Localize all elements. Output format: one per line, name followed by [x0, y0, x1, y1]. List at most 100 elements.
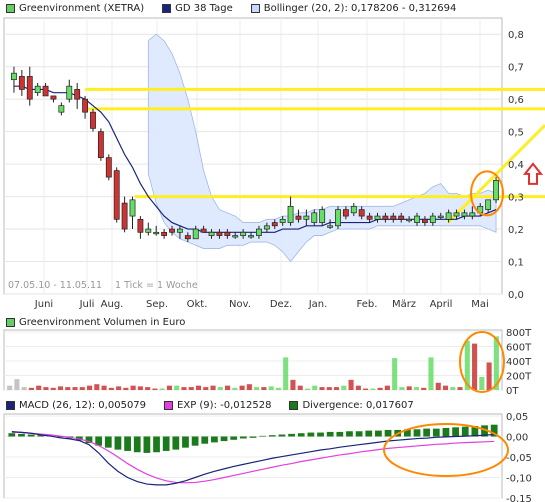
- volume-bar: [472, 343, 478, 390]
- period-note: 07.05.10 - 11.05.11: [8, 280, 102, 291]
- volume-bar: [334, 387, 340, 390]
- candle-body: [358, 209, 365, 217]
- candle-body: [129, 199, 136, 217]
- volume-bar: [72, 387, 78, 390]
- candle-body: [216, 231, 223, 236]
- divergence-bar: [124, 436, 131, 451]
- volume-bar: [370, 388, 376, 390]
- divergence-bar: [239, 436, 247, 439]
- candle-body: [153, 231, 160, 235]
- candle-body: [192, 228, 199, 240]
- divergence-bar: [268, 435, 276, 437]
- volume-bar: [384, 385, 390, 390]
- price-legend: Greenvironment (XETRA) GD 38 Tage Bollin…: [0, 0, 468, 16]
- volume-y-tick-label: 800T: [506, 328, 532, 339]
- price-x-tick-label: Feb.: [357, 299, 378, 310]
- divergence-bar: [384, 429, 392, 437]
- price-x-tick-label: Aug.: [101, 299, 124, 310]
- divergence-bar: [452, 427, 459, 437]
- volume-bar: [413, 387, 419, 390]
- price-x-tick-label: Okt.: [187, 299, 208, 310]
- candle-body: [493, 180, 499, 201]
- volume-bar: [166, 385, 172, 390]
- divergence-bar: [172, 436, 180, 450]
- candle-body: [200, 228, 207, 233]
- navy-square-icon: [6, 400, 15, 410]
- macd-plot-frame: [3, 413, 503, 499]
- price-x-tick-label: Juni: [34, 299, 53, 310]
- legend-label-divergence: Divergence: 0,017607: [302, 399, 414, 411]
- volume-bar: [36, 385, 42, 390]
- candle-body: [366, 215, 373, 220]
- divergence-bar: [336, 431, 344, 437]
- candle-body: [224, 231, 231, 236]
- legend-label-bollinger: Bollinger (20, 2): 0,178206 - 0,312694: [263, 2, 457, 14]
- volume-bar: [377, 387, 383, 390]
- price-x-tick-label: Juli: [79, 299, 95, 310]
- volume-bar: [50, 387, 56, 390]
- divergence-bar: [211, 436, 218, 443]
- price-x-tick-label: März: [392, 299, 416, 310]
- candle-body: [137, 218, 144, 233]
- volume-bar: [225, 385, 231, 390]
- candle-body: [232, 235, 239, 238]
- volume-bar: [181, 387, 187, 390]
- volume-bar: [268, 386, 274, 390]
- legend-item-divergence: Divergence: 0,017607: [289, 399, 414, 411]
- legend-item-bollinger: Bollinger (20, 2): 0,178206 - 0,312694: [250, 2, 457, 14]
- candle-body: [263, 225, 270, 230]
- volume-bar: [79, 387, 85, 390]
- volume-bar: [28, 387, 34, 390]
- legend-label-macd: MACD (26, 12): 0,005079: [19, 399, 147, 411]
- candle-body: [42, 85, 49, 97]
- candle-body: [121, 202, 128, 230]
- candle-body: [453, 212, 460, 217]
- volume-bar: [130, 385, 136, 390]
- macd-legend: MACD (26, 12): 0,005079 EXP (9): -0,0125…: [0, 397, 426, 413]
- price-y-tick-label: 0,5: [508, 128, 524, 139]
- candle-body: [271, 222, 278, 227]
- volume-bar: [203, 387, 209, 390]
- candle-body: [437, 215, 444, 218]
- legend-item-volume: Greenvironment Volumen in Euro: [6, 317, 185, 328]
- volume-plot-frame: [3, 329, 503, 391]
- divergence-bar: [27, 434, 35, 437]
- legend-item-ma: GD 38 Tage: [162, 3, 233, 14]
- green-square-icon: [6, 3, 15, 13]
- divergence-bar: [288, 433, 295, 437]
- magenta-square-icon: [164, 400, 174, 410]
- candle-body: [184, 235, 191, 240]
- volume-bar: [428, 357, 434, 390]
- legend-label-volume: Greenvironment Volumen in Euro: [19, 316, 186, 328]
- price-y-tick-label: 0,7: [508, 63, 524, 74]
- volume-y-tick-label: 0T: [506, 386, 519, 394]
- macd-y-tick-label: -0,05: [506, 453, 532, 464]
- price-x-tick-label: Mai: [471, 299, 489, 310]
- candle-body: [374, 215, 381, 220]
- candle-body: [311, 212, 318, 223]
- candle-body: [208, 231, 215, 236]
- macd-y-tick-label: 0,00: [506, 433, 528, 444]
- tick-note: 1 Tick = 1 Woche: [115, 280, 198, 291]
- volume-bar: [341, 385, 347, 390]
- volume-y-tick-label: 600T: [506, 343, 532, 354]
- candle-body: [429, 215, 436, 223]
- candle-body: [74, 89, 81, 100]
- price-x-tick-label: Nov.: [229, 299, 251, 310]
- candle-body: [319, 209, 326, 223]
- divergence-bar: [461, 426, 469, 437]
- volume-bar: [450, 387, 456, 390]
- volume-bar: [210, 385, 216, 390]
- volume-bar: [123, 387, 129, 390]
- candle-body: [485, 199, 492, 210]
- divergence-bar: [143, 436, 151, 453]
- divergence-bar: [8, 433, 16, 437]
- price-y-tick-label: 0,2: [508, 225, 524, 236]
- candle-body: [303, 215, 310, 220]
- volume-bar: [479, 376, 485, 390]
- price-plot-frame: [3, 17, 503, 295]
- divergence-bar: [230, 436, 238, 440]
- legend-label-exp: EXP (9): -0,012528: [177, 399, 272, 411]
- volume-bar: [137, 386, 143, 390]
- divergence-bar: [259, 435, 267, 437]
